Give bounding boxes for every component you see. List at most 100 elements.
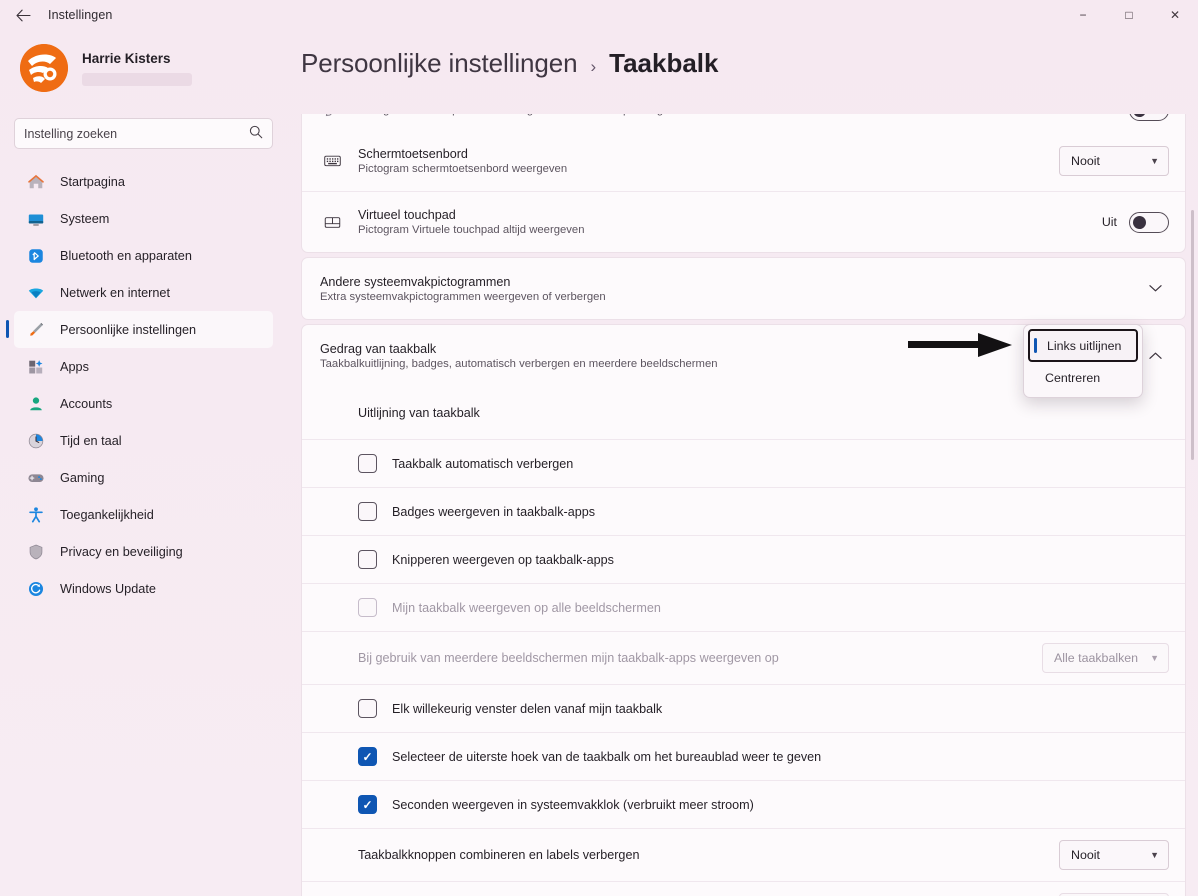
checkbox[interactable] (358, 550, 377, 569)
sidebar-item-tijd-en-taal[interactable]: Tijd en taal (14, 422, 273, 459)
sidebar-item-label: Windows Update (60, 581, 156, 596)
setting-label: Bij gebruik van meerdere beeldschermen m… (358, 651, 779, 665)
setting-label: Knipperen weergeven op taakbalk-apps (392, 552, 614, 567)
card-clipped-partial: Pictogram van het penmenu weergeven wann… (301, 114, 1186, 253)
close-button[interactable]: ✕ (1152, 0, 1198, 30)
checkbox[interactable] (358, 502, 377, 521)
setting-label: Elk willekeurig venster delen vanaf mijn… (392, 701, 663, 716)
search-box[interactable] (14, 118, 273, 149)
card-gedrag-van-taakbalk: Gedrag van taakbalk Taakbalkuitlijning, … (301, 324, 1186, 896)
popup-item-centreren[interactable]: Centreren (1028, 362, 1138, 393)
profile-block[interactable]: Harrie Kisters (20, 44, 273, 92)
sidebar-item-gaming[interactable]: Gaming (14, 459, 273, 496)
row-schermtoetsenbord: Schermtoetsenbord Pictogram schermtoetse… (302, 130, 1185, 191)
title-bar: Instellingen − □ ✕ (0, 0, 1198, 30)
dropdown-value: Alle taakbalken (1054, 651, 1139, 665)
clipped-row: Pictogram van het penmenu weergeven wann… (302, 114, 1185, 130)
checkbox[interactable] (358, 747, 377, 766)
toggle-knob (1133, 215, 1146, 229)
paintbrush-icon (26, 320, 46, 340)
sidebar-nav: Startpagina Systeem Bluetooth en apparat… (6, 163, 273, 607)
chevron-down-icon: ▼ (1150, 155, 1159, 166)
clipped-row-sub: Pictogram van het penmenu weergeven wann… (358, 114, 705, 116)
row-badges-weergeven[interactable]: Badges weergeven in taakbalk-apps (302, 487, 1185, 535)
checkbox[interactable] (358, 795, 377, 814)
sidebar-item-label: Privacy en beveiliging (60, 544, 183, 559)
row-taakbalk-automatisch-verbergen[interactable]: Taakbalk automatisch verbergen (302, 439, 1185, 487)
search-input[interactable] (24, 126, 249, 141)
sidebar-item-accounts[interactable]: Accounts (14, 385, 273, 422)
sidebar-item-windows-update[interactable]: Windows Update (14, 570, 273, 607)
row-title: Schermtoetsenbord (358, 146, 468, 161)
sidebar-item-label: Gaming (60, 470, 105, 485)
person-icon (26, 394, 46, 414)
profile-name: Harrie Kisters (82, 50, 171, 66)
maximize-button[interactable]: □ (1106, 0, 1152, 30)
breadcrumb-parent[interactable]: Persoonlijke instellingen (301, 48, 578, 79)
display-icon (26, 209, 46, 229)
row-taakbalkknoppen-andere-taakbalken: Taakbalkknoppen combineren en labels op … (302, 881, 1185, 896)
toggle-state-label: Uit (1101, 215, 1117, 229)
sidebar: Harrie Kisters Star (0, 30, 287, 896)
setting-label: Taakbalk automatisch verbergen (392, 456, 574, 471)
row-seconden-systeemvakklok[interactable]: Seconden weergeven in systeemvakklok (ve… (302, 780, 1185, 828)
taakbalk-uitlijning-popup[interactable]: Links uitlijnen Centreren (1023, 324, 1143, 398)
setting-label: Badges weergeven in taakbalk-apps (392, 504, 596, 519)
dropdown-value: Nooit (1071, 153, 1100, 168)
sidebar-item-startpagina[interactable]: Startpagina (14, 163, 273, 200)
sidebar-item-label: Netwerk en internet (60, 285, 171, 300)
checkbox[interactable] (358, 454, 377, 473)
taakbalkknoppen-combineren-dropdown[interactable]: Nooit ▼ (1059, 840, 1169, 870)
settings-scroll-area[interactable]: Pictogram van het penmenu weergeven wann… (301, 114, 1198, 896)
page-title: Taakbalk (609, 48, 719, 78)
minimize-button[interactable]: − (1060, 0, 1106, 30)
row-title: Virtueel touchpad (358, 208, 456, 222)
popup-item-links-uitlijnen[interactable]: Links uitlijnen (1028, 329, 1138, 362)
pen-menu-toggle[interactable] (1129, 114, 1169, 121)
settings-window: Instellingen − □ ✕ Harrie Kisters Instel… (0, 0, 1198, 896)
sidebar-item-apps[interactable]: Apps (14, 348, 273, 385)
section-subtitle: Taakbalkuitlijning, badges, automatisch … (320, 357, 718, 370)
touchpad-icon (320, 210, 344, 234)
profile-meta: Harrie Kisters (82, 51, 192, 86)
back-button[interactable] (6, 2, 40, 28)
chevron-down-icon[interactable] (1141, 275, 1169, 303)
dropdown-value: Nooit (1071, 848, 1100, 862)
row-knipperen-weergeven[interactable]: Knipperen weergeven op taakbalk-apps (302, 535, 1185, 583)
avatar[interactable] (20, 44, 68, 92)
sidebar-item-label: Tijd en taal (60, 433, 122, 448)
search-icon (249, 125, 263, 142)
row-venster-delen[interactable]: Elk willekeurig venster delen vanaf mijn… (302, 684, 1185, 732)
vertical-scrollbar[interactable] (1191, 210, 1194, 460)
section-title: Gedrag van taakbalk (320, 341, 437, 356)
setting-label: Mijn taakbalk weergeven op alle beeldsch… (392, 600, 661, 615)
sidebar-item-label: Persoonlijke instellingen (60, 322, 197, 337)
accessibility-icon (26, 505, 46, 525)
sidebar-item-privacy-en-beveiliging[interactable]: Privacy en beveiliging (14, 533, 273, 570)
expander-andere-systeemvakpictogrammen[interactable]: Andere systeemvakpictogrammen Extra syst… (302, 258, 1185, 319)
sidebar-item-bluetooth-en-apparaten[interactable]: Bluetooth en apparaten (14, 237, 273, 274)
settings-cards: Pictogram van het penmenu weergeven wann… (301, 114, 1186, 896)
gamepad-icon (26, 468, 46, 488)
row-uiterste-hoek-bureaublad[interactable]: Selecteer de uiterste hoek van de taakba… (302, 732, 1185, 780)
schermtoetsenbord-dropdown[interactable]: Nooit ▼ (1059, 145, 1169, 176)
sidebar-item-persoonlijke-instellingen[interactable]: Persoonlijke instellingen (6, 311, 273, 348)
virtueel-touchpad-toggle[interactable] (1129, 211, 1169, 233)
row-taakbalkknoppen-combineren[interactable]: Taakbalkknoppen combineren en labels ver… (302, 828, 1185, 881)
clock-icon (26, 431, 46, 451)
wifi-icon (26, 283, 46, 303)
row-meerdere-beeldschermen-apps: Bij gebruik van meerdere beeldschermen m… (302, 631, 1185, 684)
sidebar-item-label: Apps (60, 359, 89, 374)
breadcrumb-separator: › (590, 57, 597, 76)
checkbox (358, 598, 377, 617)
sidebar-item-systeem[interactable]: Systeem (14, 200, 273, 237)
sidebar-item-label: Toegankelijkheid (60, 507, 154, 522)
chevron-down-icon: ▼ (1150, 850, 1159, 860)
chevron-up-icon[interactable] (1141, 342, 1169, 370)
sidebar-item-netwerk-en-internet[interactable]: Netwerk en internet (14, 274, 273, 311)
checkbox[interactable] (358, 699, 377, 718)
row-virtueel-touchpad: Virtueel touchpad Pictogram Virtuele tou… (302, 191, 1185, 252)
home-icon (26, 172, 46, 192)
sidebar-item-label: Startpagina (60, 174, 125, 189)
sidebar-item-toegankelijkheid[interactable]: Toegankelijkheid (14, 496, 273, 533)
